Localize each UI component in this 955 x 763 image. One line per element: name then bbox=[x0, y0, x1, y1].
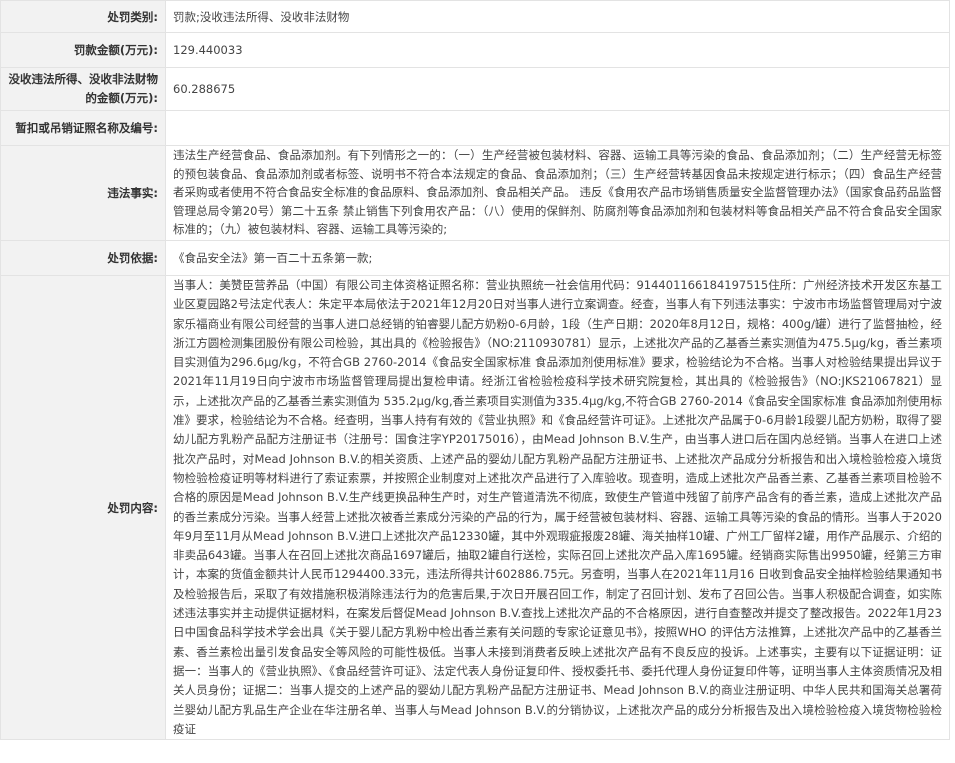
row-content: 处罚内容: 当事人：美赞臣营养品（中国）有限公司主体资格证照名称：营业执照统一社… bbox=[0, 274, 950, 741]
content-value: 当事人：美赞臣营养品（中国）有限公司主体资格证照名称：营业执照统一社会信用代码：… bbox=[165, 274, 950, 741]
facts-value: 违法生产经营食品、食品添加剂。有下列情形之一的：（一）生产经营被包装材料、容器、… bbox=[165, 145, 950, 241]
basis-label: 处罚依据: bbox=[0, 240, 166, 276]
row-confiscation: 没收违法所得、没收非法财物的金额(万元): 60.288675 bbox=[0, 67, 950, 111]
fine-label: 罚款金额(万元): bbox=[0, 32, 166, 68]
category-label: 处罚类别: bbox=[0, 0, 166, 33]
row-category: 处罚类别: 罚款;没收违法所得、没收非法财物 bbox=[0, 0, 950, 33]
confiscation-value: 60.288675 bbox=[165, 67, 950, 111]
facts-label: 违法事实: bbox=[0, 145, 166, 241]
license-label: 暂扣或吊销证照名称及编号: bbox=[0, 110, 166, 146]
row-basis: 处罚依据: 《食品安全法》第一百二十五条第一款; bbox=[0, 240, 950, 276]
row-facts: 违法事实: 违法生产经营食品、食品添加剂。有下列情形之一的：（一）生产经营被包装… bbox=[0, 145, 950, 241]
confiscation-label: 没收违法所得、没收非法财物的金额(万元): bbox=[0, 67, 166, 111]
row-license: 暂扣或吊销证照名称及编号: bbox=[0, 110, 950, 146]
content-label: 处罚内容: bbox=[0, 274, 166, 741]
penalty-info-table: 处罚类别: 罚款;没收违法所得、没收非法财物 罚款金额(万元): 129.440… bbox=[0, 0, 950, 741]
fine-value: 129.440033 bbox=[165, 32, 950, 68]
row-fine: 罚款金额(万元): 129.440033 bbox=[0, 32, 950, 68]
basis-value: 《食品安全法》第一百二十五条第一款; bbox=[165, 240, 950, 276]
license-value bbox=[165, 110, 950, 146]
category-value: 罚款;没收违法所得、没收非法财物 bbox=[165, 0, 950, 33]
